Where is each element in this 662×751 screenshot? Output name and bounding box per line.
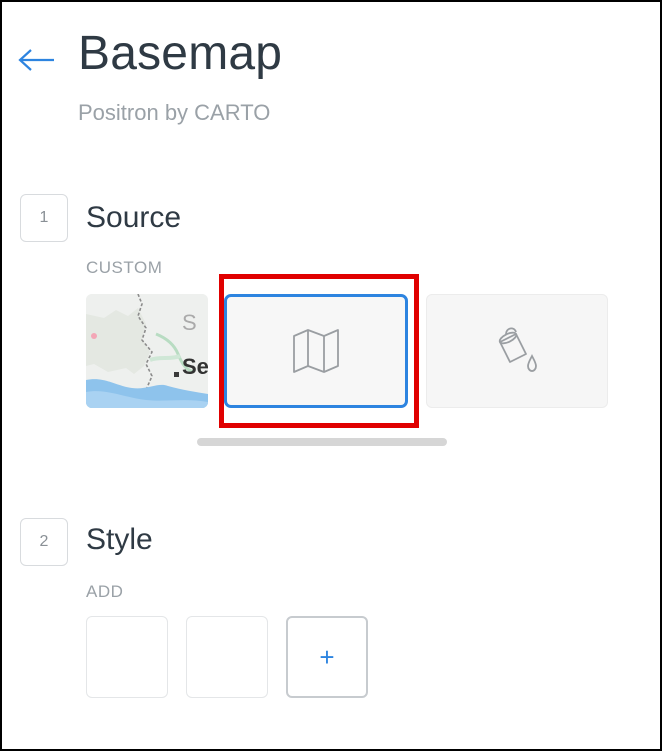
add-style-button[interactable]: +: [286, 616, 368, 698]
map-label-se: Se: [182, 354, 208, 379]
paint-bucket-icon: [498, 327, 537, 372]
map-icon: [293, 329, 339, 373]
map-preview-thumbnail[interactable]: S Se: [86, 294, 208, 408]
page-subtitle: Positron by CARTO: [78, 100, 271, 125]
map-preview-image: S Se: [86, 294, 208, 408]
section-caption-add: ADD: [86, 582, 124, 601]
back-button[interactable]: [18, 42, 56, 78]
custom-source-option[interactable]: [224, 294, 408, 408]
plus-icon: +: [319, 641, 335, 672]
basemap-panel: Basemap Positron by CARTO 1 Source CUSTO…: [2, 2, 660, 749]
arrow-left-icon: [18, 49, 54, 71]
section-title-style: Style: [86, 523, 153, 556]
style-slot-empty[interactable]: [186, 616, 268, 698]
step-number-badge: 1: [20, 194, 68, 242]
section-title-source: Source: [86, 201, 182, 234]
step-number-badge: 2: [20, 518, 68, 566]
map-label-s: S: [182, 310, 197, 335]
style-slot-empty[interactable]: [86, 616, 168, 698]
section-caption-custom: CUSTOM: [86, 258, 163, 277]
horizontal-scrollbar[interactable]: [197, 438, 447, 446]
paint-style-option[interactable]: [426, 294, 608, 408]
page-title: Basemap: [78, 27, 283, 80]
